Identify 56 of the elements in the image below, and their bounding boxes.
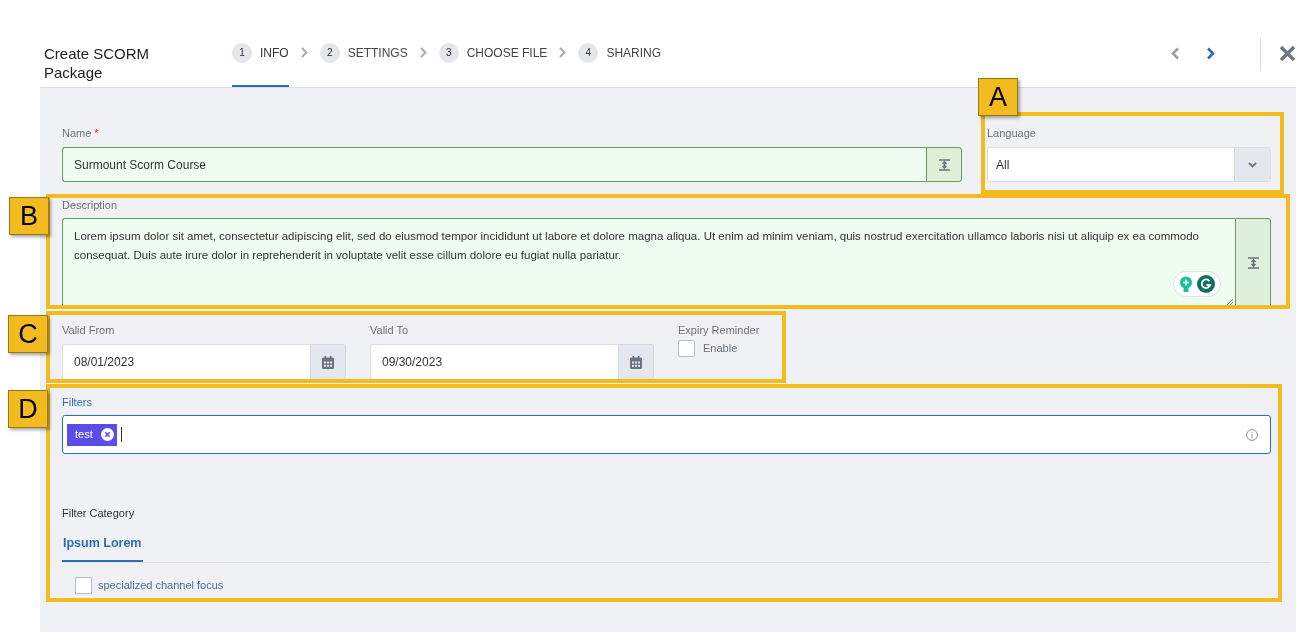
filter-tag: test [67,423,117,446]
step-tab[interactable]: 4 SHARING [578,0,662,87]
language-select[interactable]: All [987,147,1271,182]
text-cursor [120,427,122,442]
required-mark: * [94,126,99,140]
lightbulb-icon [1179,275,1193,293]
step-number: 4 [578,42,599,63]
expand-height-icon [937,158,951,171]
step-tab[interactable]: 2 SETTINGS [319,0,408,87]
step-number: 3 [438,42,459,63]
expand-button[interactable] [926,147,962,182]
callout-tag: D [8,390,48,428]
expand-height-icon [1246,257,1260,269]
name-field[interactable]: Surmount Scorm Course [62,147,926,182]
chevron-right-icon [419,47,427,58]
filters-field[interactable]: test [62,415,1271,454]
chevron-right-icon [1205,46,1215,60]
step-number: 2 [319,42,340,63]
callout-tag: C [8,315,48,353]
chevron-left-icon [1170,46,1180,60]
calendar-button[interactable] [310,344,346,380]
callout-tag: A [978,78,1018,116]
calendar-icon [322,355,334,369]
step-tab[interactable]: 3 CHOOSE FILE [438,0,548,87]
checkbox[interactable] [75,576,92,594]
close-button[interactable] [1278,44,1296,62]
field-label: Valid To [370,323,410,337]
category-tab[interactable]: Ipsum Lorem [62,534,143,562]
close-icon [1278,44,1296,62]
field-label: Language [987,126,1037,140]
description-field[interactable]: Lorem ipsum dolor sit amet, consectetur adipiscing elit, sed do eiusmod tempor incididunt ut labore et dolore magna aliqua. Ut enim ad minim veniam, quis nostrud exercitation ullamco laboris nisi ut aliquip ex ea commodo consequat. Duis aute irure dolor in reprehenderit in voluptate velit esse cillum dolore eu fugiat nulla pariatur. [62,218,1235,308]
checkbox[interactable] [678,340,695,357]
writing-assistant-badge[interactable] [1173,271,1221,297]
expand-button[interactable] [1235,218,1271,308]
callout-tag: B [9,197,49,235]
resize-handle-icon[interactable] [1226,298,1234,306]
section-label: Filter Category [62,506,136,520]
field-label: Filters [62,395,93,409]
calendar-icon [630,355,642,369]
field-label: Name [62,126,92,140]
remove-icon[interactable] [100,428,114,441]
date-field[interactable]: 09/30/2023 [370,344,618,380]
dialog-title: Create SCORM Package [44,44,151,83]
checkbox-label: specialized channel focus [98,578,224,593]
field-label: Valid From [62,323,116,337]
checkbox-label: Enable [703,341,738,357]
field-label: Expiry Reminder [678,323,760,337]
g-logo-icon [1197,275,1215,293]
info-icon [1246,428,1258,441]
step-number: 1 [232,42,252,63]
field-label: Description [62,198,119,212]
chevron-right-icon [300,47,308,58]
date-field[interactable]: 08/01/2023 [62,344,310,380]
calendar-button[interactable] [618,344,654,380]
chevron-right-icon [559,47,567,58]
chevron-down-icon [1248,161,1257,168]
